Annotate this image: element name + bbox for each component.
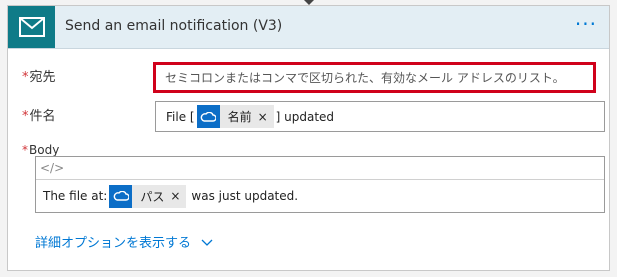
subject-input[interactable]: File [ 名前 × ] updated bbox=[155, 101, 605, 132]
token-label: パス bbox=[140, 189, 165, 204]
code-view-icon[interactable]: </> bbox=[36, 157, 604, 180]
subject-label: *件名 bbox=[22, 105, 56, 124]
action-card: Send an email notification (V3) ··· *宛先 … bbox=[7, 5, 610, 271]
show-advanced-options-link[interactable]: 詳細オプションを表示する bbox=[35, 232, 213, 251]
mail-icon bbox=[8, 6, 55, 48]
subject-suffix: ] updated bbox=[275, 109, 335, 124]
required-mark: * bbox=[22, 143, 28, 157]
body-suffix: was just updated. bbox=[191, 189, 299, 203]
card-header[interactable]: Send an email notification (V3) ··· bbox=[8, 6, 609, 49]
required-mark: * bbox=[22, 109, 29, 124]
close-icon[interactable]: × bbox=[256, 110, 274, 124]
body-prefix: The file at: bbox=[43, 189, 108, 203]
subject-label-text: 件名 bbox=[29, 109, 56, 124]
card-title: Send an email notification (V3) bbox=[65, 18, 283, 34]
to-label: *宛先 bbox=[22, 66, 56, 85]
required-mark: * bbox=[22, 70, 29, 85]
onedrive-cloud-icon bbox=[196, 105, 220, 128]
subject-prefix: File [ bbox=[166, 109, 195, 124]
onedrive-cloud-icon bbox=[109, 184, 133, 208]
chevron-down-icon bbox=[201, 236, 213, 251]
more-options-icon[interactable]: ··· bbox=[575, 12, 597, 36]
close-icon[interactable]: × bbox=[168, 189, 186, 203]
token-label: 名前 bbox=[227, 110, 252, 124]
name-token[interactable]: 名前 × bbox=[196, 105, 274, 128]
body-editor[interactable]: </> The file at: パス × was just updated. bbox=[35, 156, 605, 213]
body-content[interactable]: The file at: パス × was just updated. bbox=[36, 180, 604, 212]
to-label-text: 宛先 bbox=[29, 70, 56, 85]
body-label-text: Body bbox=[29, 143, 60, 157]
to-placeholder: セミコロンまたはコンマで区切られた、有効なメール アドレスのリスト。 bbox=[165, 71, 565, 85]
advanced-label: 詳細オプションを表示する bbox=[35, 236, 192, 251]
body-label: *Body bbox=[22, 143, 59, 157]
path-token[interactable]: パス × bbox=[109, 184, 187, 208]
to-input[interactable]: セミコロンまたはコンマで区切られた、有効なメール アドレスのリスト。 bbox=[153, 62, 596, 93]
